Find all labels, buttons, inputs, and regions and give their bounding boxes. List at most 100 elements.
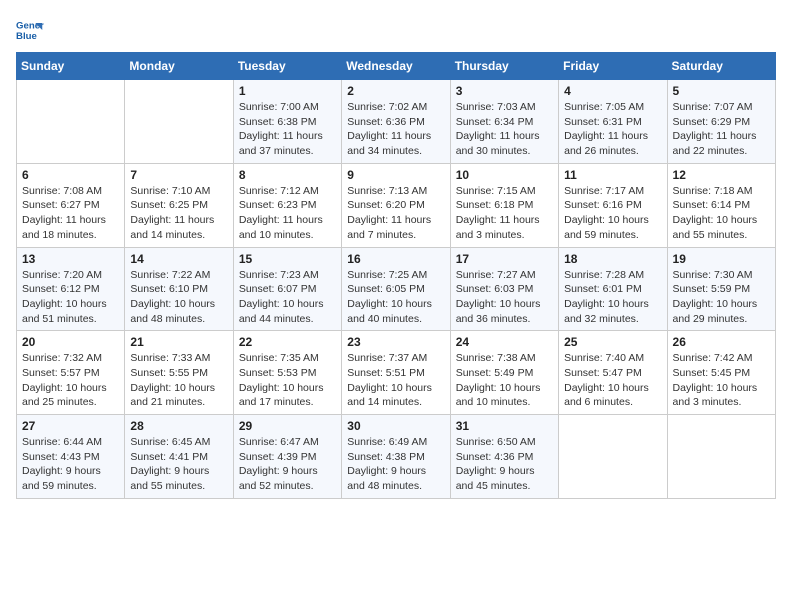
day-info: Sunrise: 7:38 AM Sunset: 5:49 PM Dayligh… — [456, 351, 553, 410]
day-info: Sunrise: 7:08 AM Sunset: 6:27 PM Dayligh… — [22, 184, 119, 243]
day-number: 17 — [456, 252, 553, 266]
day-number: 30 — [347, 419, 444, 433]
calendar-cell: 16 Sunrise: 7:25 AM Sunset: 6:05 PM Dayli… — [342, 247, 450, 331]
calendar-cell: 19 Sunrise: 7:30 AM Sunset: 5:59 PM Dayli… — [667, 247, 775, 331]
calendar-table: SundayMondayTuesdayWednesdayThursdayFrid… — [16, 52, 776, 499]
day-number: 29 — [239, 419, 336, 433]
weekday-header-friday: Friday — [559, 53, 667, 80]
day-number: 25 — [564, 335, 661, 349]
calendar-cell: 14 Sunrise: 7:22 AM Sunset: 6:10 PM Dayli… — [125, 247, 233, 331]
weekday-header-wednesday: Wednesday — [342, 53, 450, 80]
calendar-cell: 13 Sunrise: 7:20 AM Sunset: 6:12 PM Dayli… — [17, 247, 125, 331]
page-header: General Blue — [16, 16, 776, 44]
day-info: Sunrise: 7:37 AM Sunset: 5:51 PM Dayligh… — [347, 351, 444, 410]
day-info: Sunrise: 7:33 AM Sunset: 5:55 PM Dayligh… — [130, 351, 227, 410]
day-number: 8 — [239, 168, 336, 182]
day-info: Sunrise: 7:32 AM Sunset: 5:57 PM Dayligh… — [22, 351, 119, 410]
calendar-cell — [17, 80, 125, 164]
calendar-cell: 21Sunrise: 7:33 AM Sunset: 5:55 PM Dayli… — [125, 331, 233, 415]
week-row-2: 6 Sunrise: 7:08 AM Sunset: 6:27 PM Daylig… — [17, 163, 776, 247]
calendar-cell: 12 Sunrise: 7:18 AM Sunset: 6:14 PM Dayli… — [667, 163, 775, 247]
day-number: 4 — [564, 84, 661, 98]
calendar-cell: 11Sunrise: 7:17 AM Sunset: 6:16 PM Dayli… — [559, 163, 667, 247]
weekday-header-saturday: Saturday — [667, 53, 775, 80]
day-number: 10 — [456, 168, 553, 182]
logo: General Blue — [16, 16, 48, 44]
weekday-header-thursday: Thursday — [450, 53, 558, 80]
day-info: Sunrise: 7:00 AM Sunset: 6:38 PM Dayligh… — [239, 100, 336, 159]
day-number: 22 — [239, 335, 336, 349]
day-info: Sunrise: 7:42 AM Sunset: 5:45 PM Dayligh… — [673, 351, 770, 410]
day-number: 27 — [22, 419, 119, 433]
day-number: 9 — [347, 168, 444, 182]
calendar-cell: 10 Sunrise: 7:15 AM Sunset: 6:18 PM Dayli… — [450, 163, 558, 247]
day-number: 6 — [22, 168, 119, 182]
day-info: Sunrise: 7:03 AM Sunset: 6:34 PM Dayligh… — [456, 100, 553, 159]
day-number: 23 — [347, 335, 444, 349]
day-info: Sunrise: 6:45 AM Sunset: 4:41 PM Dayligh… — [130, 435, 227, 494]
day-number: 31 — [456, 419, 553, 433]
calendar-cell: 17 Sunrise: 7:27 AM Sunset: 6:03 PM Dayli… — [450, 247, 558, 331]
day-number: 13 — [22, 252, 119, 266]
svg-text:Blue: Blue — [16, 31, 37, 42]
day-number: 24 — [456, 335, 553, 349]
calendar-cell: 9 Sunrise: 7:13 AM Sunset: 6:20 PM Daylig… — [342, 163, 450, 247]
day-info: Sunrise: 7:15 AM Sunset: 6:18 PM Dayligh… — [456, 184, 553, 243]
day-number: 14 — [130, 252, 227, 266]
day-number: 19 — [673, 252, 770, 266]
calendar-cell: 28 Sunrise: 6:45 AM Sunset: 4:41 PM Dayli… — [125, 415, 233, 499]
calendar-cell: 24 Sunrise: 7:38 AM Sunset: 5:49 PM Dayli… — [450, 331, 558, 415]
calendar-cell: 20 Sunrise: 7:32 AM Sunset: 5:57 PM Dayli… — [17, 331, 125, 415]
day-number: 18 — [564, 252, 661, 266]
week-row-1: 1Sunrise: 7:00 AM Sunset: 6:38 PM Daylig… — [17, 80, 776, 164]
day-info: Sunrise: 7:17 AM Sunset: 6:16 PM Dayligh… — [564, 184, 661, 243]
day-number: 28 — [130, 419, 227, 433]
day-number: 2 — [347, 84, 444, 98]
calendar-cell — [125, 80, 233, 164]
calendar-cell: 29 Sunrise: 6:47 AM Sunset: 4:39 PM Dayli… — [233, 415, 341, 499]
day-info: Sunrise: 7:20 AM Sunset: 6:12 PM Dayligh… — [22, 268, 119, 327]
day-info: Sunrise: 7:05 AM Sunset: 6:31 PM Dayligh… — [564, 100, 661, 159]
day-info: Sunrise: 7:25 AM Sunset: 6:05 PM Dayligh… — [347, 268, 444, 327]
day-info: Sunrise: 6:44 AM Sunset: 4:43 PM Dayligh… — [22, 435, 119, 494]
calendar-cell: 5Sunrise: 7:07 AM Sunset: 6:29 PM Daylig… — [667, 80, 775, 164]
week-row-3: 13 Sunrise: 7:20 AM Sunset: 6:12 PM Dayli… — [17, 247, 776, 331]
day-info: Sunrise: 6:50 AM Sunset: 4:36 PM Dayligh… — [456, 435, 553, 494]
day-number: 7 — [130, 168, 227, 182]
calendar-cell: 8 Sunrise: 7:12 AM Sunset: 6:23 PM Daylig… — [233, 163, 341, 247]
day-info: Sunrise: 7:02 AM Sunset: 6:36 PM Dayligh… — [347, 100, 444, 159]
calendar-cell: 23 Sunrise: 7:37 AM Sunset: 5:51 PM Dayli… — [342, 331, 450, 415]
calendar-cell: 6 Sunrise: 7:08 AM Sunset: 6:27 PM Daylig… — [17, 163, 125, 247]
weekday-header-sunday: Sunday — [17, 53, 125, 80]
logo-icon: General Blue — [16, 16, 44, 44]
day-info: Sunrise: 7:40 AM Sunset: 5:47 PM Dayligh… — [564, 351, 661, 410]
day-number: 20 — [22, 335, 119, 349]
day-info: Sunrise: 7:13 AM Sunset: 6:20 PM Dayligh… — [347, 184, 444, 243]
day-info: Sunrise: 7:18 AM Sunset: 6:14 PM Dayligh… — [673, 184, 770, 243]
calendar-cell: 4 Sunrise: 7:05 AM Sunset: 6:31 PM Daylig… — [559, 80, 667, 164]
calendar-cell: 15 Sunrise: 7:23 AM Sunset: 6:07 PM Dayli… — [233, 247, 341, 331]
calendar-cell: 26 Sunrise: 7:42 AM Sunset: 5:45 PM Dayli… — [667, 331, 775, 415]
day-info: Sunrise: 7:27 AM Sunset: 6:03 PM Dayligh… — [456, 268, 553, 327]
day-info: Sunrise: 7:10 AM Sunset: 6:25 PM Dayligh… — [130, 184, 227, 243]
day-info: Sunrise: 6:47 AM Sunset: 4:39 PM Dayligh… — [239, 435, 336, 494]
day-info: Sunrise: 7:35 AM Sunset: 5:53 PM Dayligh… — [239, 351, 336, 410]
calendar-cell — [667, 415, 775, 499]
calendar-cell: 3Sunrise: 7:03 AM Sunset: 6:34 PM Daylig… — [450, 80, 558, 164]
calendar-cell: 27 Sunrise: 6:44 AM Sunset: 4:43 PM Dayli… — [17, 415, 125, 499]
day-number: 12 — [673, 168, 770, 182]
calendar-cell: 18Sunrise: 7:28 AM Sunset: 6:01 PM Dayli… — [559, 247, 667, 331]
day-info: Sunrise: 7:23 AM Sunset: 6:07 PM Dayligh… — [239, 268, 336, 327]
day-info: Sunrise: 7:30 AM Sunset: 5:59 PM Dayligh… — [673, 268, 770, 327]
day-info: Sunrise: 7:12 AM Sunset: 6:23 PM Dayligh… — [239, 184, 336, 243]
week-row-4: 20 Sunrise: 7:32 AM Sunset: 5:57 PM Dayli… — [17, 331, 776, 415]
day-info: Sunrise: 7:22 AM Sunset: 6:10 PM Dayligh… — [130, 268, 227, 327]
calendar-cell: 22 Sunrise: 7:35 AM Sunset: 5:53 PM Dayli… — [233, 331, 341, 415]
weekday-header-tuesday: Tuesday — [233, 53, 341, 80]
calendar-cell: 7 Sunrise: 7:10 AM Sunset: 6:25 PM Daylig… — [125, 163, 233, 247]
day-number: 16 — [347, 252, 444, 266]
week-row-5: 27 Sunrise: 6:44 AM Sunset: 4:43 PM Dayli… — [17, 415, 776, 499]
day-number: 15 — [239, 252, 336, 266]
calendar-cell: 1Sunrise: 7:00 AM Sunset: 6:38 PM Daylig… — [233, 80, 341, 164]
day-number: 26 — [673, 335, 770, 349]
